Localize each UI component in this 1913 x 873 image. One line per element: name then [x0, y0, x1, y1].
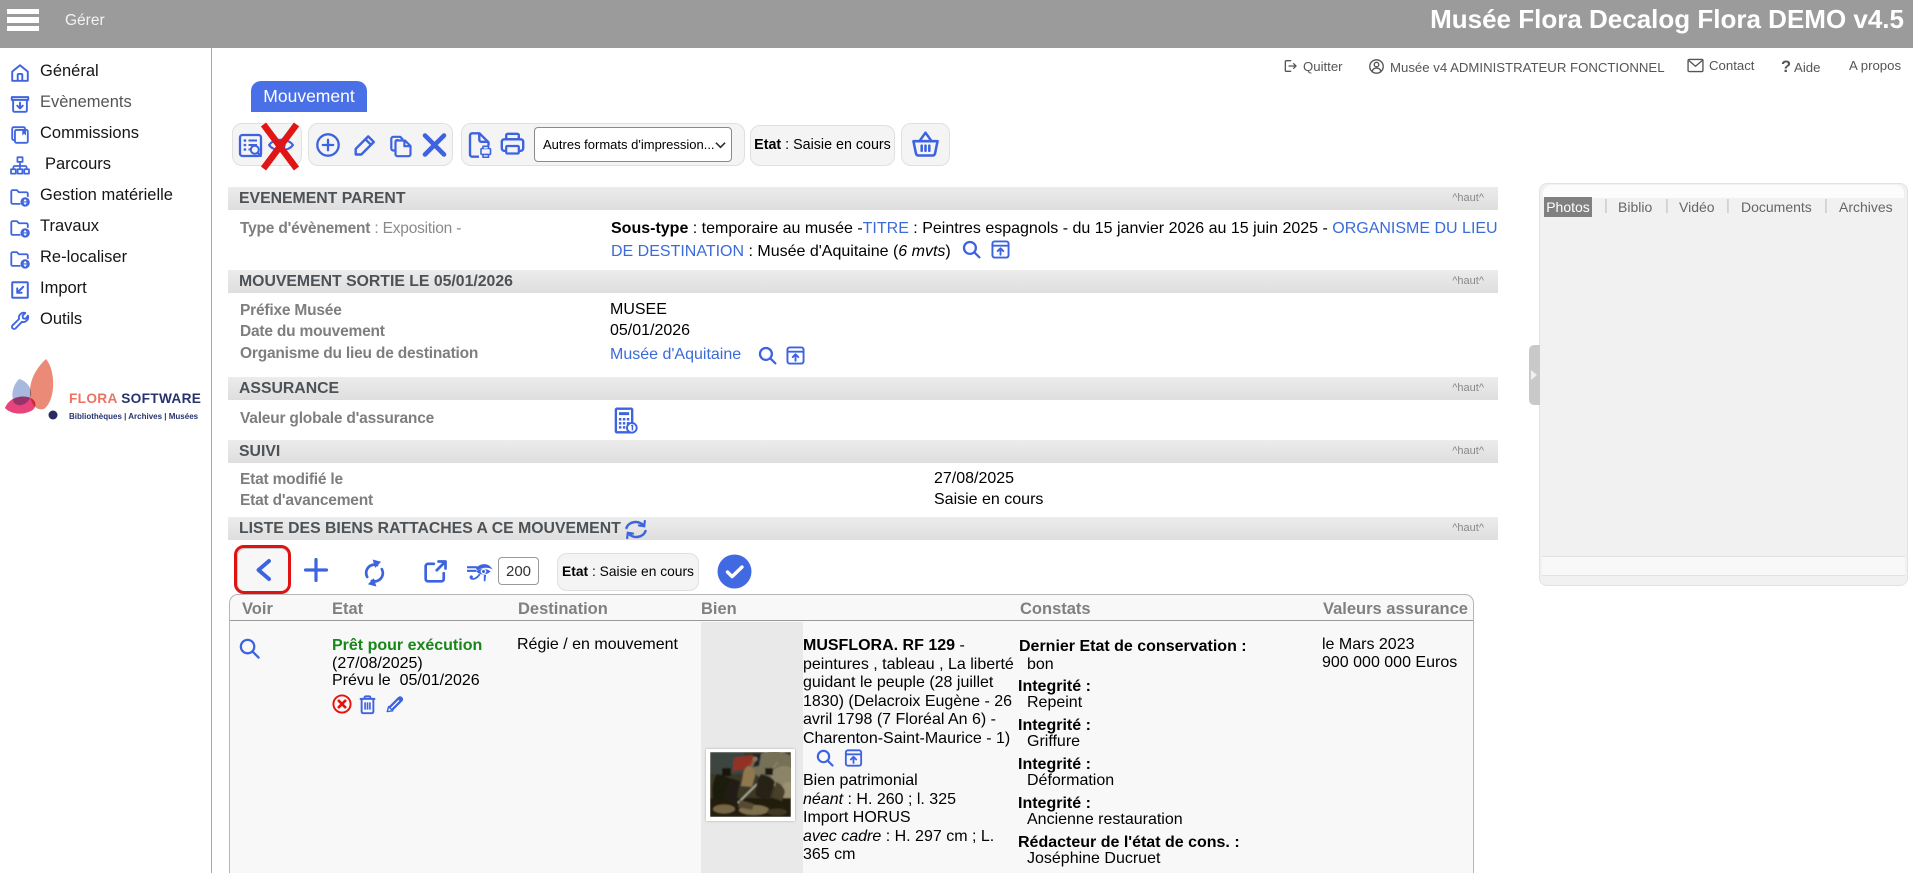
- svg-text:FLORA SOFTWARE: FLORA SOFTWARE: [69, 391, 201, 406]
- svg-text:Bibliothèques | Archives | Mus: Bibliothèques | Archives | Musées: [69, 412, 199, 421]
